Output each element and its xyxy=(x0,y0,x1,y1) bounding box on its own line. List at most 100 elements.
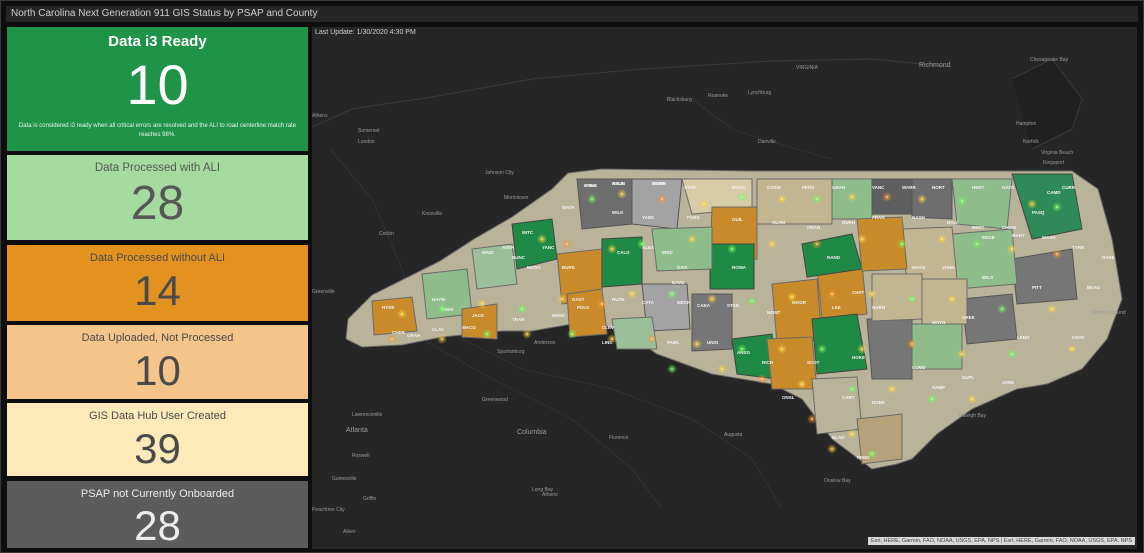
psap-marker[interactable] xyxy=(767,239,777,249)
psap-marker[interactable] xyxy=(807,414,817,424)
county-label: BEAU xyxy=(1087,285,1100,290)
psap-marker[interactable] xyxy=(637,239,647,249)
psap-marker[interactable] xyxy=(797,379,807,389)
psap-marker[interactable] xyxy=(757,374,767,384)
psap-marker[interactable] xyxy=(887,384,897,394)
psap-marker[interactable] xyxy=(437,334,447,344)
indicator-not-onboarded[interactable]: PSAP not Currently Onboarded 28 xyxy=(7,481,308,548)
psap-marker[interactable] xyxy=(867,289,877,299)
psap-marker[interactable] xyxy=(812,194,822,204)
psap-marker[interactable] xyxy=(627,289,637,299)
county-label: MONT xyxy=(767,310,780,315)
county-label: WILK xyxy=(612,210,624,215)
county-region[interactable] xyxy=(1011,248,1078,305)
indicator-processed-without-ali[interactable]: Data Processed without ALI 14 xyxy=(7,245,308,321)
psap-marker[interactable] xyxy=(827,444,837,454)
county-region[interactable] xyxy=(911,323,963,370)
county-region[interactable] xyxy=(601,236,643,288)
psap-marker[interactable] xyxy=(667,289,677,299)
psap-marker[interactable] xyxy=(812,239,822,249)
county-region[interactable] xyxy=(631,178,683,230)
psap-marker[interactable] xyxy=(997,304,1007,314)
psap-marker[interactable] xyxy=(607,244,617,254)
county-label: HAYW xyxy=(432,297,446,302)
psap-marker[interactable] xyxy=(817,344,827,354)
indicator-title: PSAP not Currently Onboarded xyxy=(80,488,235,500)
psap-marker[interactable] xyxy=(937,234,947,244)
basemap-place-label: Aiken xyxy=(343,529,356,535)
psap-marker[interactable] xyxy=(1047,304,1057,314)
nc-county-map[interactable]: ASHE ALLE SURRSTOK ROCK CASW PERS GRAN VANC WARR… xyxy=(312,39,1137,549)
psap-marker[interactable] xyxy=(537,234,547,244)
psap-marker[interactable] xyxy=(777,194,787,204)
psap-marker[interactable] xyxy=(477,299,487,309)
psap-marker[interactable] xyxy=(777,344,787,354)
psap-marker[interactable] xyxy=(882,192,892,202)
psap-marker[interactable] xyxy=(737,192,747,202)
psap-marker[interactable] xyxy=(717,364,727,374)
psap-marker[interactable] xyxy=(647,334,657,344)
psap-marker[interactable] xyxy=(587,194,597,204)
indicator-value: 39 xyxy=(134,425,181,472)
psap-marker[interactable] xyxy=(1007,349,1017,359)
psap-marker[interactable] xyxy=(437,304,447,314)
psap-marker[interactable] xyxy=(517,304,527,314)
psap-marker[interactable] xyxy=(972,239,982,249)
psap-marker[interactable] xyxy=(699,199,709,209)
county-label: MADI xyxy=(482,250,494,255)
psap-marker[interactable] xyxy=(927,394,937,404)
indicator-hub-user-created[interactable]: GIS Data Hub User Created 39 xyxy=(7,403,308,476)
psap-marker[interactable] xyxy=(617,189,627,199)
psap-marker[interactable] xyxy=(897,239,907,249)
map-view[interactable]: Last Update: 1/30/2020 4:30 PM ASHE ALLE… xyxy=(312,27,1137,549)
county-region[interactable] xyxy=(921,278,968,325)
county-label: DUPL xyxy=(962,375,975,380)
psap-marker[interactable] xyxy=(1067,344,1077,354)
county-region[interactable] xyxy=(811,313,868,375)
psap-marker[interactable] xyxy=(907,294,917,304)
psap-marker[interactable] xyxy=(1052,249,1062,259)
psap-marker[interactable] xyxy=(692,339,702,349)
basemap-place-label: Kingsport xyxy=(1043,160,1065,166)
psap-marker[interactable] xyxy=(397,309,407,319)
psap-marker[interactable] xyxy=(787,292,797,302)
psap-marker[interactable] xyxy=(567,329,577,339)
psap-marker[interactable] xyxy=(857,344,867,354)
psap-marker[interactable] xyxy=(687,234,697,244)
indicator-uploaded-not-processed[interactable]: Data Uploaded, Not Processed 10 xyxy=(7,325,308,399)
psap-marker[interactable] xyxy=(947,294,957,304)
psap-marker[interactable] xyxy=(967,394,977,404)
psap-marker[interactable] xyxy=(847,192,857,202)
psap-marker[interactable] xyxy=(847,384,857,394)
psap-marker[interactable] xyxy=(1007,244,1017,254)
psap-marker[interactable] xyxy=(557,294,567,304)
psap-marker[interactable] xyxy=(867,449,877,459)
psap-marker[interactable] xyxy=(737,344,747,354)
psap-marker[interactable] xyxy=(522,329,532,339)
psap-marker[interactable] xyxy=(1027,199,1037,209)
psap-marker[interactable] xyxy=(387,334,397,344)
psap-marker[interactable] xyxy=(857,234,867,244)
psap-marker[interactable] xyxy=(907,339,917,349)
psap-marker[interactable] xyxy=(707,294,717,304)
psap-marker[interactable] xyxy=(957,349,967,359)
psap-marker[interactable] xyxy=(667,364,677,374)
county-regions[interactable] xyxy=(371,173,1083,465)
county-region[interactable] xyxy=(866,318,913,380)
indicator-processed-with-ali[interactable]: Data Processed with ALI 28 xyxy=(7,155,308,240)
psap-marker[interactable] xyxy=(727,244,737,254)
county-region[interactable] xyxy=(471,243,518,290)
psap-marker[interactable] xyxy=(827,289,837,299)
psap-marker[interactable] xyxy=(597,299,607,309)
indicator-i3-ready[interactable]: Data i3 Ready 10 Data is considered i3 r… xyxy=(7,27,308,151)
psap-marker[interactable] xyxy=(607,334,617,344)
psap-marker[interactable] xyxy=(957,196,967,206)
psap-marker[interactable] xyxy=(562,239,572,249)
psap-marker[interactable] xyxy=(482,329,492,339)
psap-marker[interactable] xyxy=(917,194,927,204)
county-region[interactable] xyxy=(611,316,658,350)
psap-marker[interactable] xyxy=(847,429,857,439)
psap-marker[interactable] xyxy=(747,296,757,306)
psap-marker[interactable] xyxy=(1052,202,1062,212)
psap-marker[interactable] xyxy=(657,194,667,204)
